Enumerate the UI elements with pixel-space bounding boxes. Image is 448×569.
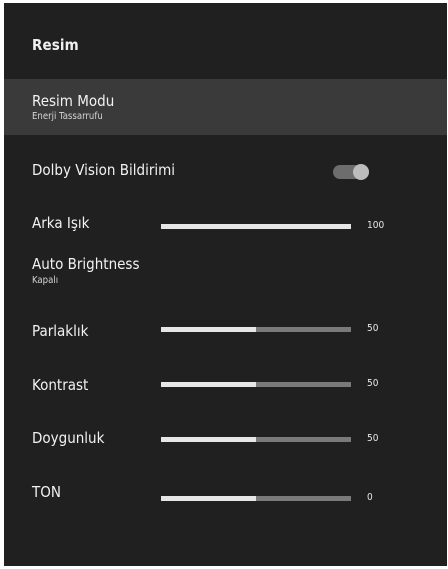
- slider-fill: [161, 496, 256, 501]
- tone-slider[interactable]: [161, 496, 351, 501]
- dolby-vision-toggle[interactable]: [333, 164, 369, 180]
- auto-brightness-value: Kapalı: [32, 275, 59, 286]
- panel-header: Resim: [4, 3, 447, 79]
- picture-settings-panel: Resim Resim Modu Enerji Tassarrufu Dolby…: [4, 3, 447, 566]
- saturation-value: 50: [367, 433, 379, 444]
- tone-item[interactable]: TON 0: [4, 477, 447, 513]
- backlight-slider[interactable]: [161, 224, 351, 229]
- dolby-vision-label: Dolby Vision Bildirimi: [32, 161, 176, 179]
- brightness-slider[interactable]: [161, 327, 351, 332]
- contrast-value: 50: [367, 378, 379, 389]
- slider-fill: [161, 382, 256, 387]
- slider-fill: [161, 327, 256, 332]
- backlight-item[interactable]: Arka Işık 100: [4, 207, 447, 243]
- tone-value: 0: [367, 492, 373, 503]
- auto-brightness-label: Auto Brightness: [32, 255, 140, 273]
- contrast-label: Kontrast: [32, 376, 89, 394]
- toggle-knob: [353, 164, 369, 180]
- slider-fill: [161, 224, 351, 229]
- picture-mode-item[interactable]: Resim Modu Enerji Tassarrufu: [4, 79, 447, 135]
- brightness-label: Parlaklık: [32, 322, 89, 340]
- tone-label: TON: [32, 483, 61, 501]
- saturation-item[interactable]: Doygunluk 50: [4, 423, 447, 459]
- saturation-slider[interactable]: [161, 437, 351, 442]
- backlight-value: 100: [367, 220, 385, 231]
- brightness-item[interactable]: Parlaklık 50: [4, 315, 447, 351]
- brightness-value: 50: [367, 323, 379, 334]
- dolby-vision-item[interactable]: Dolby Vision Bildirimi: [4, 153, 447, 191]
- contrast-item[interactable]: Kontrast 50: [4, 369, 447, 405]
- backlight-label: Arka Işık: [32, 214, 90, 232]
- auto-brightness-item[interactable]: Auto Brightness Kapalı: [4, 249, 447, 293]
- saturation-label: Doygunluk: [32, 429, 105, 447]
- contrast-slider[interactable]: [161, 382, 351, 387]
- slider-fill: [161, 437, 256, 442]
- picture-mode-label: Resim Modu: [32, 92, 115, 110]
- page-title: Resim: [32, 36, 79, 54]
- picture-mode-value: Enerji Tassarrufu: [32, 111, 103, 122]
